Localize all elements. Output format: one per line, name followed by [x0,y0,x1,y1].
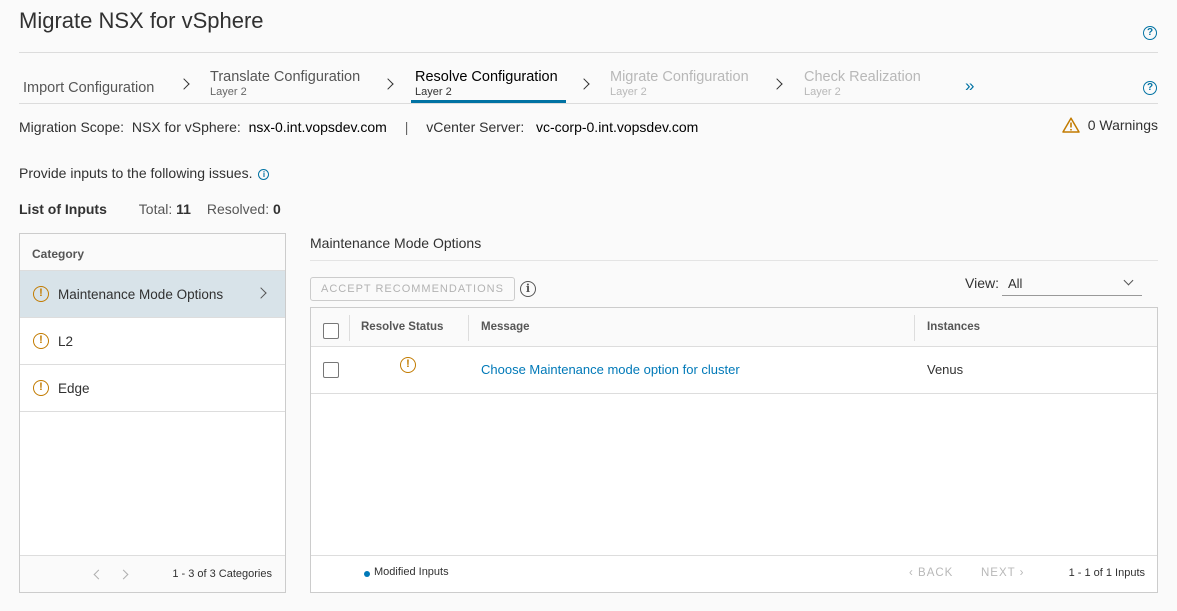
chevron-right-icon [382,78,394,90]
resolved-value: 0 [273,201,281,217]
table-row: ! Choose Maintenance mode option for clu… [311,347,1157,394]
step-label: Check Realization [804,69,921,85]
vcenter-value: vc-corp-0.int.vopsdev.com [535,119,699,135]
step-sublabel: Layer 2 [804,86,841,98]
category-pager: 1 - 3 of 3 Categories [20,555,285,592]
exclamation-circle-icon: ! [33,380,49,396]
category-panel: Category ! Maintenance Mode Options ! L2… [19,233,286,593]
chevron-right-icon [771,78,783,90]
info-icon[interactable]: i [520,281,536,297]
category-header: Category [20,234,285,271]
vcenter-label: vCenter Server: [426,119,525,135]
view-select[interactable]: All [1002,274,1142,296]
total-value: 11 [176,201,191,217]
info-icon[interactable]: i [258,168,270,180]
inputs-count: 1 - 1 of 1 Inputs [1068,567,1145,579]
stepper-help-icon[interactable]: ? [1143,81,1157,95]
list-title: List of Inputs [19,201,107,217]
step-sublabel: Layer 2 [610,86,647,98]
category-count: 1 - 3 of 3 Categories [172,568,272,580]
column-separator [914,315,915,341]
step-import-configuration[interactable]: Import Configuration [23,80,154,96]
category-label: Edge [58,380,90,396]
next-button[interactable]: NEXT › [981,567,1025,579]
next-label: NEXT [981,567,1016,579]
view-selected-value: All [1008,276,1023,291]
grid-header: Resolve Status Message Instances [311,308,1157,347]
list-of-inputs-header: List of Inputs Total: 11 Resolved: 0 [19,201,281,217]
back-label: BACK [918,567,954,579]
scope-label: Migration Scope: [19,119,125,135]
warning-triangle-icon [1061,117,1080,133]
select-all-checkbox[interactable] [323,323,339,339]
category-item-l2[interactable]: ! L2 [20,318,285,365]
grid-footer: Modified Inputs ‹ BACK NEXT › 1 - 1 of 1… [311,555,1157,592]
instances-value: Venus [927,362,964,377]
help-icon[interactable]: ? [1143,26,1157,40]
section-title: Maintenance Mode Options [310,235,482,251]
prev-page-icon[interactable] [93,569,104,580]
instructions-label: Provide inputs to the following issues. [19,165,253,181]
warnings-count: 0 Warnings [1087,117,1158,133]
accept-recommendations-button[interactable]: ACCEPT RECOMMENDATIONS [310,277,515,301]
nsx-value: nsx-0.int.vopsdev.com [248,119,387,135]
exclamation-circle-icon: ! [33,333,49,349]
view-label: View: [965,275,999,291]
total-label: Total: [138,201,173,217]
instructions-text: Provide inputs to the following issues. i [19,165,270,181]
step-label: Resolve Configuration [415,69,558,85]
step-migrate-configuration: Migrate Configuration Layer 2 [610,69,749,98]
column-separator [349,315,350,341]
title-divider [19,52,1158,53]
category-label: L2 [58,333,74,349]
double-chevron-right-icon[interactable]: » [965,76,975,96]
step-translate-configuration[interactable]: Translate Configuration Layer 2 [210,69,360,98]
exclamation-circle-icon: ! [33,286,49,302]
step-label: Migrate Configuration [610,69,749,85]
next-page-icon[interactable] [118,569,129,580]
warnings-indicator[interactable]: 0 Warnings [1061,117,1158,133]
chevron-right-icon [578,78,590,90]
chevron-down-icon [1123,275,1134,286]
chevron-right-icon [255,287,267,299]
category-item-maintenance-mode-options[interactable]: ! Maintenance Mode Options [20,271,285,318]
category-label: Maintenance Mode Options [58,286,224,302]
column-instances[interactable]: Instances [927,321,980,333]
nsx-label: NSX for vSphere: [131,119,241,135]
category-item-edge[interactable]: ! Edge [20,365,285,412]
modified-dot-icon [364,571,370,577]
column-message[interactable]: Message [481,321,530,333]
inputs-grid: Resolve Status Message Instances ! Choos… [310,307,1158,593]
step-sublabel: Layer 2 [415,86,452,98]
exclamation-circle-icon: ! [400,357,416,373]
section-divider [310,260,1158,261]
step-resolve-configuration[interactable]: Resolve Configuration Layer 2 [415,69,558,98]
column-separator [468,315,469,341]
chevron-right-icon [178,78,190,90]
column-resolve-status[interactable]: Resolve Status [361,321,443,333]
message-link[interactable]: Choose Maintenance mode option for clust… [481,362,740,377]
scope-separator: | [404,119,409,135]
modified-inputs-legend: Modified Inputs [374,566,449,578]
row-checkbox[interactable] [323,362,339,378]
migration-scope: Migration Scope: NSX for vSphere: nsx-0.… [19,119,698,135]
step-label: Translate Configuration [210,69,361,85]
resolved-label: Resolved: [206,201,270,217]
step-label: Import Configuration [23,80,155,96]
back-button[interactable]: ‹ BACK [909,567,953,579]
stepper-divider [19,103,1158,104]
page-title: Migrate NSX for vSphere [19,8,264,33]
step-sublabel: Layer 2 [210,86,247,98]
step-check-realization: Check Realization Layer 2 [804,69,921,98]
